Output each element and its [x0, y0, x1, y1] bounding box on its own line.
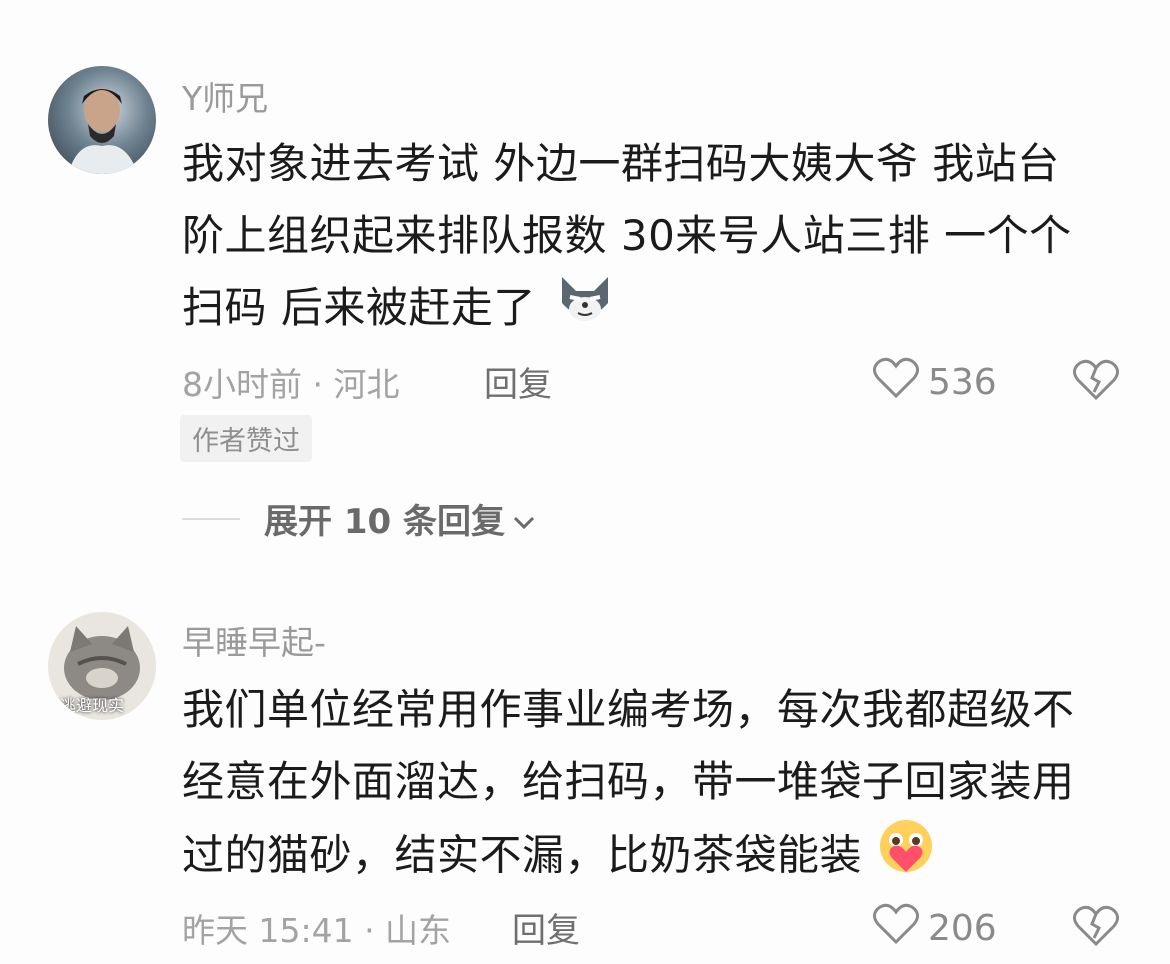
avatar[interactable]: 逃避现实 [48, 612, 156, 720]
expand-replies-label: 展开 10 条回复 [264, 502, 505, 542]
author-liked-badge: 作者赞过 [180, 415, 312, 462]
hug-heart-emoji-icon [876, 818, 936, 898]
heart-icon [872, 902, 920, 955]
comment-text: 我们单位经常用作事业编考场，每次我都超级不 经意在外面溜达，给扫码，带一堆袋子回… [182, 674, 1112, 898]
comment-line-text: 过的猫砂，结实不漏，比奶茶袋能装 [182, 830, 863, 880]
divider [182, 517, 240, 520]
dislike-button[interactable] [1072, 358, 1120, 406]
comment-line-text: 扫码 后来被赶走了 [182, 283, 536, 332]
like-button[interactable]: 536 [872, 356, 997, 409]
comment-meta: 8小时前 · 河北 [182, 365, 400, 404]
like-count: 536 [928, 362, 997, 403]
comment-line: 扫码 后来被赶走了 [182, 272, 1112, 349]
reply-button[interactable]: 回复 [512, 903, 580, 952]
comment-meta: 昨天 15:41 · 山东 [182, 911, 452, 950]
wolf-emoji-icon [556, 273, 614, 349]
username[interactable]: 早睡早起- [182, 616, 326, 664]
reply-button[interactable]: 回复 [484, 357, 552, 406]
like-count: 206 [928, 908, 997, 949]
comment-line: 过的猫砂，结实不漏，比奶茶袋能装 [182, 818, 1112, 898]
expand-replies-button[interactable]: 展开 10 条回复 [182, 494, 535, 543]
comment-line: 我们单位经常用作事业编考场，每次我都超级不 [182, 685, 1075, 734]
chevron-down-icon [513, 499, 535, 539]
broken-heart-icon [1072, 905, 1120, 952]
comment-text: 我对象进去考试 外边一群扫码大姨大爷 我站台 阶上组织起来排队报数 30来号人站… [182, 128, 1112, 349]
heart-icon [872, 356, 920, 409]
username[interactable]: Y师兄 [182, 72, 268, 120]
comment-line: 阶上组织起来排队报数 30来号人站三排 一个个 [182, 211, 1072, 260]
avatar[interactable] [48, 66, 156, 174]
like-button[interactable]: 206 [872, 902, 997, 955]
avatar-caption: 逃避现实 [60, 696, 125, 715]
dislike-button[interactable] [1072, 904, 1120, 952]
broken-heart-icon [1072, 359, 1120, 406]
comment-line: 经意在外面溜达，给扫码，带一堆袋子回家装用 [182, 757, 1075, 806]
comment-line: 我对象进去考试 外边一群扫码大姨大爷 我站台 [182, 139, 1060, 188]
